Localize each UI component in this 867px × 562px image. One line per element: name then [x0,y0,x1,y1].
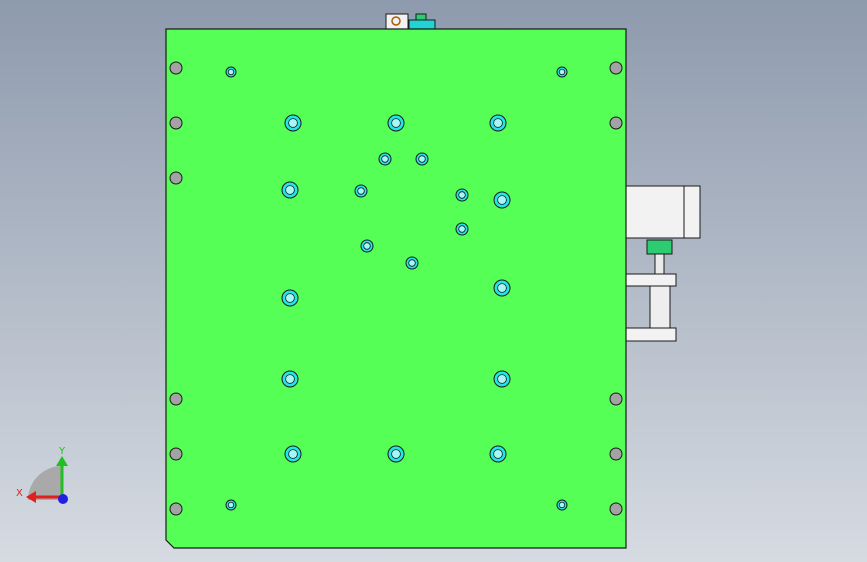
edge-pin [609,502,623,516]
hole-bore [558,68,566,76]
hole-bore [227,68,235,76]
hole-bore [458,191,466,199]
edge-pin [169,392,183,406]
cad-model-canvas[interactable]: Y X [0,0,867,562]
hole-bore [288,449,298,459]
hole-bore [493,449,503,459]
green-tab [415,13,427,21]
y-axis-label: Y [58,446,66,457]
hole-bore [458,225,466,233]
base-plate[interactable] [165,28,627,549]
hole-bore [497,283,507,293]
hole-bore [418,155,426,163]
motor-coupling[interactable] [646,239,673,255]
hole-bore [363,242,371,250]
hole-bore [391,449,401,459]
hole-bore [497,195,507,205]
z-axis-dot [58,494,68,504]
lead-screw [649,285,671,329]
x-axis-label: X [16,488,23,499]
edge-pin [169,447,183,461]
bearing-block-bottom[interactable] [625,327,677,342]
hole-bore [288,118,298,128]
hole-bore [285,374,295,384]
hole-bore [285,293,295,303]
motor-body[interactable] [625,185,685,239]
edge-pin [609,61,623,75]
hole-bore [408,259,416,267]
motor-shaft [654,253,665,275]
hole-bore [391,118,401,128]
hole-bore [497,374,507,384]
hole-bore [285,185,295,195]
hole-bore [558,501,566,509]
cyan-block[interactable] [408,19,436,30]
bracket-hole [391,16,401,26]
edge-pin [169,61,183,75]
bearing-block-top[interactable] [625,273,677,287]
hole-bore [357,187,365,195]
hole-bore [493,118,503,128]
edge-pin [609,116,623,130]
hole-bore [381,155,389,163]
edge-pin [169,502,183,516]
motor-flange[interactable] [683,185,701,239]
hole-bore [227,501,235,509]
edge-pin [609,447,623,461]
cad-viewport[interactable]: Y X [0,0,867,562]
edge-pin [169,171,183,185]
edge-pin [169,116,183,130]
edge-pin [609,392,623,406]
